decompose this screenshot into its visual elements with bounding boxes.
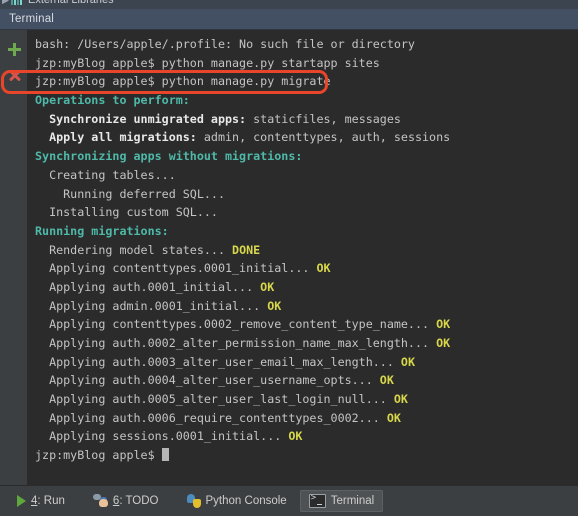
close-icon [8, 69, 21, 82]
terminal-line: Applying auth.0002_alter_permission_name… [35, 334, 578, 353]
terminal-line: Creating tables... [35, 166, 578, 185]
python-icon [186, 494, 201, 508]
terminal-line: Applying auth.0003_alter_user_email_max_… [35, 353, 578, 372]
terminal-line: Applying auth.0005_alter_user_last_login… [35, 390, 578, 409]
tool-window-button-label: 4: Run [31, 495, 65, 507]
tool-window-button-pythonconsole[interactable]: Python Console [178, 490, 296, 512]
terminal-line: Applying auth.0004_alter_user_username_o… [35, 371, 578, 390]
terminal-text: OK [429, 336, 451, 350]
terminal-line: Applying auth.0001_initial... OK [35, 278, 578, 297]
terminal-text: Applying admin.0001_initial... [35, 298, 261, 313]
terminal-text: jzp:myBlog apple$ python manage.py start… [35, 55, 380, 70]
terminal-text: admin, contenttypes, auth, sessions [196, 130, 451, 145]
terminal-text: DONE [225, 242, 261, 257]
terminal-text: Applying auth.0002_alter_permission_name… [35, 336, 430, 350]
todo-icon [92, 494, 108, 508]
terminal-line: Rendering model states... DONE [35, 241, 578, 260]
terminal-text: bash: /Users/apple/.profile: No such fil… [35, 37, 415, 51]
terminal-text: Running deferred SQL... [35, 186, 225, 201]
tool-window-bar: 4: Run 6: TODO Python Console Terminal [0, 485, 578, 516]
terminal-text: Running migrations: [35, 223, 169, 238]
terminal-line: Apply all migrations: admin, contenttype… [35, 128, 578, 147]
tool-window-button-todo[interactable]: 6: TODO [84, 490, 168, 512]
terminal-line: Operations to perform: [35, 91, 578, 110]
tool-window-button-run[interactable]: 4: Run [8, 490, 74, 512]
terminal-line: Applying sessions.0001_initial... OK [35, 427, 578, 446]
new-session-button[interactable] [0, 36, 28, 62]
terminal-text: OK [260, 298, 282, 313]
terminal-text: OK [429, 317, 451, 332]
terminal-text: OK [393, 354, 415, 369]
plus-icon [7, 42, 21, 56]
terminal-text: OK [379, 410, 401, 425]
terminal-gutter [0, 30, 28, 485]
terminal-line: Installing custom SQL... [35, 203, 578, 222]
terminal-text: OK [253, 279, 275, 294]
library-icon [11, 0, 24, 5]
pycharm-window: ▶ External Libraries Terminal bash: /Use… [0, 0, 578, 516]
console-icon [308, 493, 326, 508]
terminal-text: Applying auth.0004_alter_user_username_o… [35, 373, 373, 388]
terminal-line: jzp:myBlog apple$ python manage.py migra… [35, 72, 578, 91]
terminal-tab[interactable]: Terminal [0, 9, 63, 29]
terminal-line: Synchronizing apps without migrations: [35, 147, 578, 166]
terminal-line: jzp:myBlog apple$ python manage.py start… [35, 54, 578, 73]
terminal-line: Running deferred SQL... [35, 185, 578, 204]
terminal-text: OK [281, 429, 303, 444]
terminal-text: Applying auth.0001_initial... [35, 279, 254, 294]
terminal-line: Applying admin.0001_initial... OK [35, 297, 578, 316]
terminal-text: Applying sessions.0001_initial... [35, 429, 282, 444]
terminal-text: Installing custom SQL... [35, 205, 218, 220]
tool-window-button-label: Python Console [205, 495, 287, 507]
terminal-text: Operations to perform: [35, 93, 190, 108]
terminal-text: jzp:myBlog apple$ [35, 448, 162, 463]
terminal-text: Applying contenttypes.0002_remove_conten… [35, 317, 430, 332]
terminal-line: Applying contenttypes.0002_remove_conten… [35, 315, 578, 334]
terminal-line: jzp:myBlog apple$ [35, 446, 578, 465]
terminal-text: Applying auth.0003_alter_user_email_max_… [35, 354, 394, 369]
terminal-line: Running migrations: [35, 222, 578, 241]
terminal-text: Rendering model states... [35, 242, 225, 257]
terminal-line: Synchronize unmigrated apps: staticfiles… [35, 110, 578, 129]
terminal-line: Applying auth.0006_require_contenttypes_… [35, 409, 578, 428]
terminal-text: Apply all migrations: [35, 130, 197, 145]
terminal-text: staticfiles, messages [246, 111, 401, 126]
terminal-text: Applying auth.0006_require_contenttypes_… [35, 410, 380, 425]
terminal-text: Creating tables... [35, 167, 176, 182]
terminal-cursor [161, 448, 169, 462]
mnemonic: 6 [112, 495, 120, 507]
terminal-text: Applying auth.0005_alter_user_last_login… [35, 392, 387, 407]
terminal-line: Applying contenttypes.0001_initial... OK [35, 259, 578, 278]
close-session-button[interactable] [0, 62, 28, 88]
terminal-text: Synchronizing apps without migrations: [35, 149, 303, 164]
tool-window-button-label: Terminal [330, 495, 375, 507]
terminal-text: OK [386, 392, 408, 407]
terminal-text: jzp:myBlog apple$ python manage.py migra… [35, 74, 331, 89]
tree-row-label: External Libraries [28, 0, 114, 6]
terminal-output[interactable]: bash: /Users/apple/.profile: No such fil… [28, 30, 578, 485]
terminal-text: Applying contenttypes.0001_initial... [35, 261, 310, 276]
terminal-line: bash: /Users/apple/.profile: No such fil… [35, 35, 578, 54]
tool-window-button-label: 6: TODO [112, 495, 159, 507]
terminal-tab-header: Terminal [0, 9, 578, 30]
play-icon [17, 495, 26, 507]
chevron-right-icon[interactable]: ▶ [0, 0, 11, 9]
mnemonic: 4 [31, 495, 38, 507]
tree-row-external-libraries[interactable]: ▶ External Libraries [0, 0, 578, 9]
tool-window-button-terminal[interactable]: Terminal [299, 490, 384, 512]
terminal-panel: bash: /Users/apple/.profile: No such fil… [0, 30, 578, 485]
terminal-text: OK [372, 373, 394, 388]
terminal-text: OK [309, 261, 331, 276]
project-tree-sliver: ▶ External Libraries [0, 0, 578, 9]
terminal-text: Synchronize unmigrated apps: [35, 111, 247, 126]
